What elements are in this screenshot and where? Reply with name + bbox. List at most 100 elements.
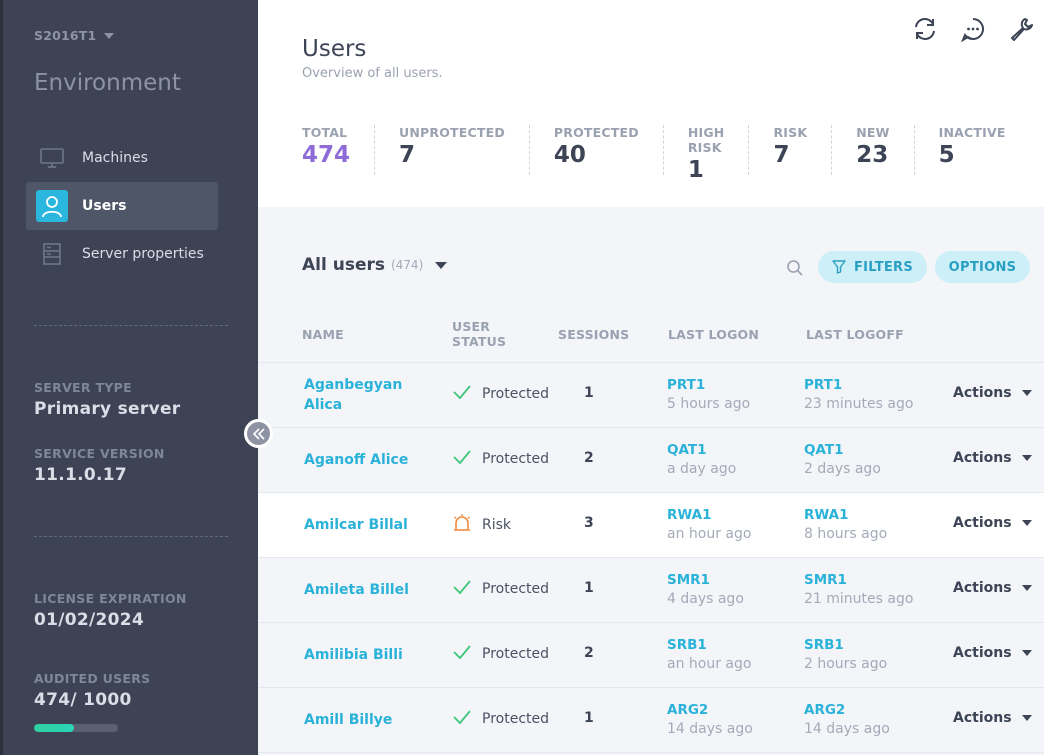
refresh-icon[interactable]: [911, 15, 938, 42]
search-icon[interactable]: [786, 259, 804, 277]
last-logon-host[interactable]: RWA1: [667, 506, 751, 525]
check-icon: [452, 383, 472, 405]
list-title: All users: [302, 255, 385, 275]
filters-button[interactable]: FILTERS: [818, 251, 927, 283]
actions-label: Actions: [953, 645, 1012, 661]
stat-label: INACTIVE: [938, 125, 1006, 140]
audited-users-block: AUDITED USERS 474/ 1000: [34, 671, 150, 710]
actions-dropdown[interactable]: Actions: [953, 515, 1032, 531]
list-count: (474): [390, 258, 424, 272]
column-header-last-logon[interactable]: LAST LOGON: [668, 327, 759, 342]
column-header-user-status[interactable]: USER STATUS: [452, 319, 506, 349]
last-logoff: PRT1 23 minutes ago: [804, 376, 913, 414]
last-logoff-time: 21 minutes ago: [804, 591, 914, 607]
stat-label: PROTECTED: [553, 125, 639, 140]
server-icon: [36, 238, 68, 270]
stat-label: RISK: [773, 125, 808, 140]
last-logon-host[interactable]: ARG2: [667, 701, 753, 720]
actions-dropdown[interactable]: Actions: [953, 450, 1032, 466]
last-logoff-host[interactable]: PRT1: [804, 376, 913, 395]
last-logoff-time: 2 days ago: [804, 461, 881, 477]
stat-value: 1: [687, 157, 704, 183]
collapse-sidebar-button[interactable]: [244, 419, 273, 448]
stat-risk[interactable]: RISK 7: [773, 125, 833, 175]
actions-dropdown[interactable]: Actions: [953, 645, 1032, 661]
server-type-value: Primary server: [34, 399, 181, 419]
last-logoff-host[interactable]: SMR1: [804, 571, 913, 590]
last-logoff: SRB1 2 hours ago: [804, 636, 887, 674]
server-type-label: SERVER TYPE: [34, 380, 132, 395]
table-row[interactable]: Amilibia Billi Protected 2 SRB1 an hour …: [258, 623, 1044, 688]
actions-dropdown[interactable]: Actions: [953, 580, 1032, 596]
last-logon-host[interactable]: QAT1: [667, 441, 736, 460]
last-logon-host[interactable]: SRB1: [667, 636, 751, 655]
service-version-block: SERVICE VERSION 11.1.0.17: [34, 446, 165, 485]
sidebar-item-label: Server properties: [82, 246, 204, 262]
check-icon: [452, 448, 472, 470]
column-header-last-logoff[interactable]: LAST LOGOFF: [806, 327, 904, 342]
last-logoff-host[interactable]: QAT1: [804, 441, 881, 460]
sidebar-item-machines[interactable]: Machines: [26, 134, 218, 182]
chevron-down-icon: [1021, 455, 1032, 461]
table-row[interactable]: Aganoff Alice Protected 2 QAT1 a day ago…: [258, 428, 1044, 493]
last-logoff-host[interactable]: SRB1: [804, 636, 887, 655]
wrench-icon[interactable]: [1007, 15, 1034, 42]
user-status: Protected: [452, 643, 549, 665]
user-name-link[interactable]: Amileta Billel: [304, 580, 414, 600]
stat-new[interactable]: NEW 23: [856, 125, 915, 175]
actions-dropdown[interactable]: Actions: [953, 710, 1032, 726]
sidebar-item-label: Machines: [82, 150, 148, 166]
column-header-sessions[interactable]: SESSIONS: [558, 327, 629, 342]
table-row[interactable]: Aganbegyan Alica Protected 1 PRT1 5 hour…: [258, 363, 1044, 428]
divider: [34, 325, 228, 326]
last-logon-host[interactable]: PRT1: [667, 376, 750, 395]
double-chevron-left-icon: [252, 427, 265, 440]
last-logoff: ARG2 14 days ago: [804, 701, 890, 739]
status-label: Protected: [482, 581, 549, 597]
last-logon: RWA1 an hour ago: [667, 506, 751, 544]
column-header-line: USER: [452, 319, 491, 334]
column-header-line: STATUS: [452, 334, 507, 349]
actions-label: Actions: [953, 580, 1012, 596]
filter-icon: [832, 260, 846, 274]
sidebar-item-server-properties[interactable]: Server properties: [26, 230, 218, 278]
column-header-name[interactable]: NAME: [302, 327, 344, 342]
audited-users-progress: [34, 724, 118, 732]
user-name-link[interactable]: Aganoff Alice: [304, 450, 414, 470]
stat-value: 5: [938, 142, 955, 168]
page-header: Users Overview of all users. TOTAL 474 U…: [258, 0, 1044, 207]
stat-inactive[interactable]: INACTIVE 5: [939, 125, 1030, 175]
table-row[interactable]: Amileta Billel Protected 1 SMR1 4 days a…: [258, 558, 1044, 623]
user-name-link[interactable]: Amilibia Billi: [304, 645, 414, 665]
sidebar-item-users[interactable]: Users: [26, 182, 218, 230]
last-logon: SRB1 an hour ago: [667, 636, 751, 674]
stat-total[interactable]: TOTAL 474: [302, 125, 376, 175]
license-expiration-label: LICENSE EXPIRATION: [34, 591, 187, 606]
server-selector[interactable]: S2016T1: [34, 28, 115, 43]
stat-protected[interactable]: PROTECTED 40: [554, 125, 664, 175]
last-logon-time: 14 days ago: [667, 721, 753, 737]
table-body: Aganbegyan Alica Protected 1 PRT1 5 hour…: [258, 363, 1044, 753]
alarm-icon: [452, 513, 472, 537]
options-button[interactable]: OPTIONS: [935, 251, 1030, 283]
last-logoff-time: 8 hours ago: [804, 526, 888, 542]
chat-icon[interactable]: [959, 15, 986, 42]
actions-dropdown[interactable]: Actions: [953, 385, 1032, 401]
table-row[interactable]: Amilcar Billal Risk 3 RWA1 an hour ago R…: [258, 493, 1044, 558]
stat-high-risk[interactable]: HIGH RISK 1: [688, 125, 750, 183]
stat-label: UNPROTECTED: [399, 125, 505, 140]
user-name-link[interactable]: Amilcar Billal: [304, 515, 414, 535]
last-logon-host[interactable]: SMR1: [667, 571, 744, 590]
stat-value: 40: [553, 142, 586, 168]
last-logon-time: 5 hours ago: [667, 396, 751, 412]
audited-users-label: AUDITED USERS: [34, 671, 151, 686]
stat-unprotected[interactable]: UNPROTECTED 7: [399, 125, 530, 175]
list-selector[interactable]: All users (474): [302, 255, 448, 275]
user-name-link[interactable]: Aganbegyan Alica: [304, 375, 414, 415]
table-row[interactable]: Amill Billye Protected 1 ARG2 14 days ag…: [258, 688, 1044, 753]
user-name-link[interactable]: Amill Billye: [304, 710, 414, 730]
stat-value: 474: [302, 142, 351, 168]
last-logoff-host[interactable]: ARG2: [804, 701, 890, 720]
actions-label: Actions: [953, 450, 1012, 466]
last-logoff-host[interactable]: RWA1: [804, 506, 887, 525]
